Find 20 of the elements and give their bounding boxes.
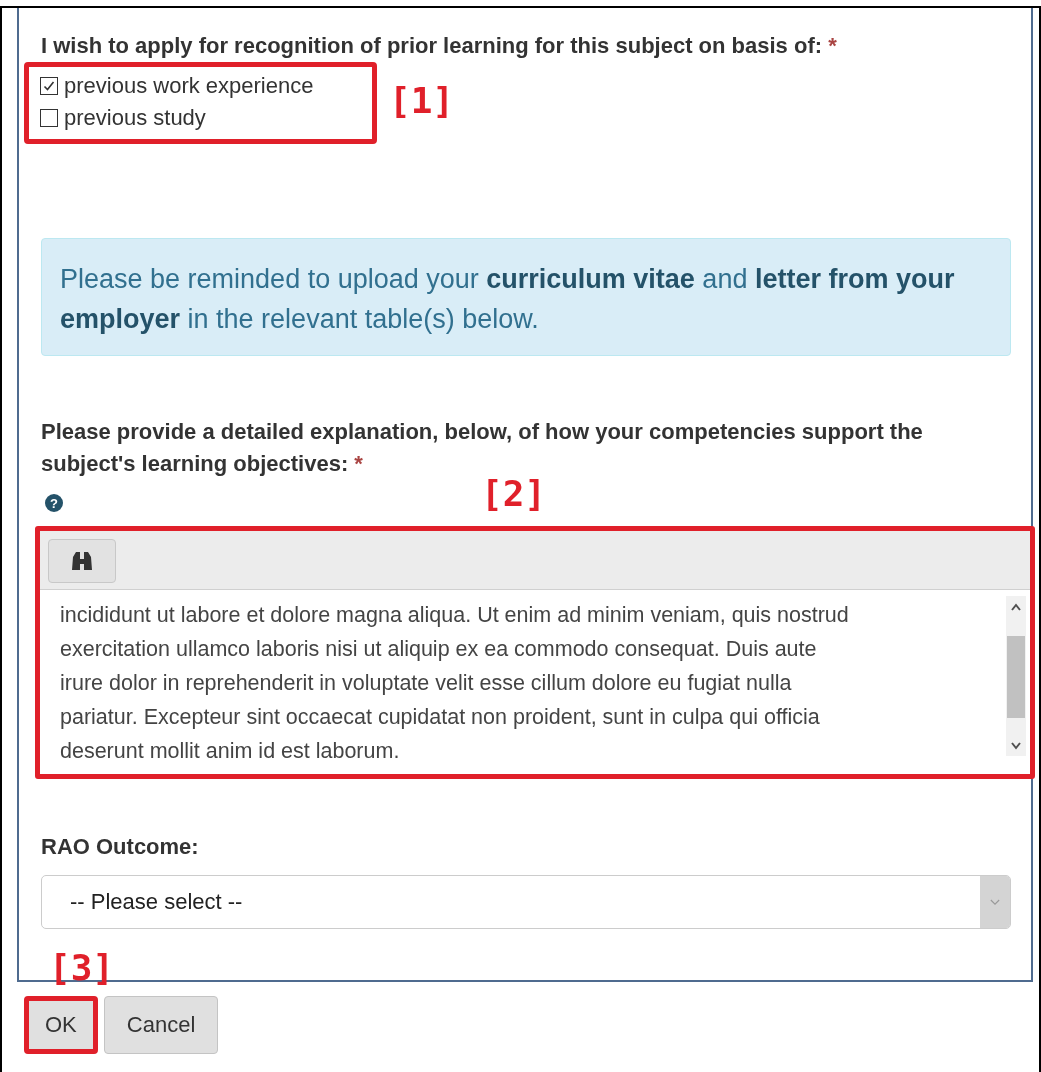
- check-icon: [42, 79, 56, 93]
- annotation-label: [1]: [389, 80, 455, 121]
- dialog-button[interactable]: OK: [24, 996, 98, 1054]
- text-editor[interactable]: [35, 526, 1035, 779]
- annotation-label: [3]: [49, 947, 116, 988]
- outcome-label: RAO Outcome:: [41, 833, 200, 861]
- checkbox[interactable]: [40, 77, 58, 95]
- binoculars-icon: [70, 551, 94, 571]
- find-button[interactable]: [48, 539, 116, 583]
- explanation-text: incididunt ut labore et dolore magna aliqua. Ut enim ad minim veniam, quis nostrud exercitation ullamco laboris nisi ut aliquip ex ea commodo consequat. Duis aute irure dolor in reprehenderit in voluptate velit esse cillum dolore eu fugiat nulla pariatur. Excepteur sint occaecat cupidatat non proident, sunt in culpa qui officia deserunt mollit anim id est laborum.: [60, 602, 850, 765]
- scrollbar[interactable]: [1006, 596, 1026, 756]
- checkbox[interactable]: [40, 109, 58, 127]
- outcome-select[interactable]: -- Please select --: [41, 875, 1011, 929]
- chevron-down-icon: [990, 898, 1000, 906]
- checkbox-option[interactable]: previous work experience: [40, 70, 362, 102]
- question-label: I wish to apply for recognition of prior learning for this subject on basis of: *: [41, 32, 838, 60]
- dialog-button[interactable]: Cancel: [103, 996, 219, 1054]
- info-alert: Please be reminded to upload your curriculum vitae and letter from your employer in the relevant table(s) below.: [41, 238, 1011, 356]
- help-icon[interactable]: ?: [45, 494, 63, 512]
- checkbox-option[interactable]: previous study: [40, 102, 362, 134]
